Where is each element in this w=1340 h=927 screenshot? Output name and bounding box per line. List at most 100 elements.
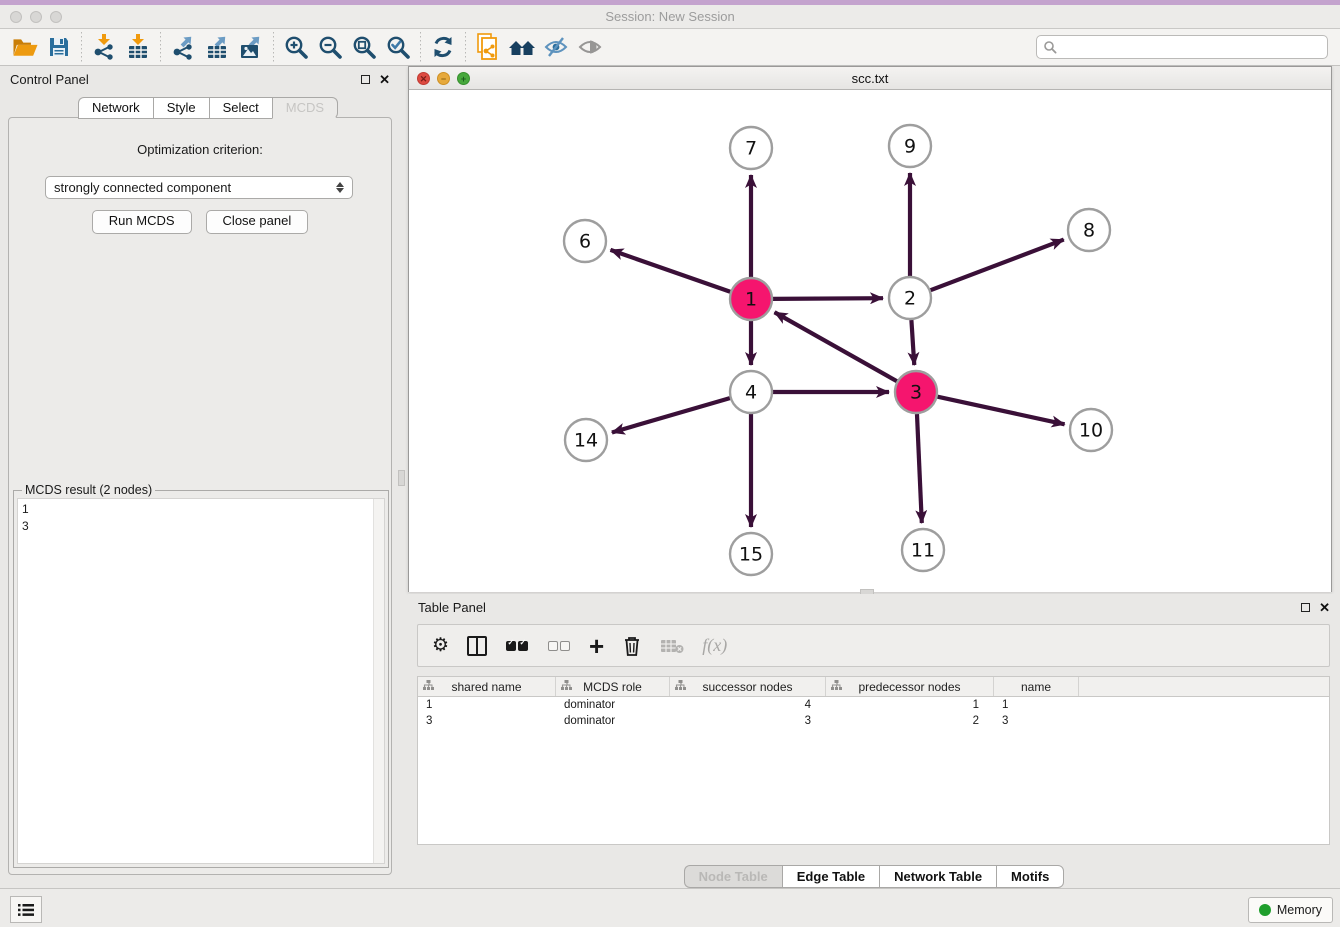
status-bar: Memory [0,888,1340,927]
close-table-panel-icon[interactable]: ✕ [1319,601,1330,614]
import-table-icon[interactable] [121,31,155,63]
table-row[interactable]: 1dominator411 [418,697,1329,713]
edge-3-1[interactable] [775,312,897,381]
select-all-checkboxes-icon[interactable] [505,631,529,661]
table-row[interactable]: 3dominator323 [418,713,1329,729]
close-panel-icon[interactable]: ✕ [379,73,390,86]
show-details-icon[interactable] [573,31,607,63]
edge-3-10[interactable] [937,397,1064,425]
tab-network-table[interactable]: Network Table [879,865,996,888]
edge-2-3[interactable] [911,320,914,365]
network-window-title: scc.txt [409,71,1331,86]
save-session-icon[interactable] [42,31,76,63]
edge-4-14[interactable] [612,398,730,432]
optimization-criterion-label: Optimization criterion: [9,142,391,157]
tab-select[interactable]: Select [209,97,272,119]
tab-network[interactable]: Network [78,97,153,119]
tab-motifs[interactable]: Motifs [996,865,1064,888]
node-label-9: 9 [904,136,916,158]
network-graph[interactable]: 1234678910111415 [409,90,1331,592]
zoom-out-icon[interactable] [313,31,347,63]
node-label-8: 8 [1083,220,1095,242]
memory-status-dot [1259,904,1271,916]
tab-edge-table[interactable]: Edge Table [782,865,879,888]
column-header-MCDS-role[interactable]: MCDS role [556,677,670,696]
node-label-6: 6 [579,231,591,253]
edge-2-8[interactable] [931,240,1064,291]
clone-network-icon[interactable] [471,31,505,63]
control-panel-tabs: Network Style Select MCDS [78,97,338,119]
import-network-icon[interactable] [87,31,121,63]
delete-table-icon [660,631,684,661]
column-header-name[interactable]: name [994,677,1079,696]
toolbar-separator [273,32,274,62]
column-header-successor-nodes[interactable]: successor nodes [670,677,826,696]
node-label-2: 2 [904,288,916,310]
dropdown-spinner-icon [336,182,344,193]
criterion-dropdown-value: strongly connected component [54,180,231,195]
toolbar-separator [420,32,421,62]
table-panel: Table Panel ✕ ⚙ + f(x) shared nameMCDS r… [408,594,1340,888]
zoom-in-icon[interactable] [279,31,313,63]
list-icon [18,903,34,917]
mcds-result-fieldset: MCDS result (2 nodes) 13 [13,490,389,868]
main-toolbar [0,29,1340,66]
toolbar-separator [81,32,82,62]
tab-node-table[interactable]: Node Table [684,865,782,888]
export-image-icon[interactable] [234,31,268,63]
close-panel-button[interactable]: Close panel [206,210,309,234]
network-canvas[interactable]: 1234678910111415 [409,90,1331,592]
refresh-layout-icon[interactable] [426,31,460,63]
control-panel-title: Control Panel [10,72,89,87]
node-table: shared nameMCDS rolesuccessor nodesprede… [417,676,1330,845]
export-table-icon[interactable] [200,31,234,63]
column-header-shared-name[interactable]: shared name [418,677,556,696]
search-icon [1043,40,1057,54]
search-input[interactable] [1057,39,1321,55]
window-title: Session: New Session [0,9,1340,24]
hide-details-icon[interactable] [539,31,573,63]
zoom-fit-icon[interactable] [347,31,381,63]
zoom-selected-icon[interactable] [381,31,415,63]
edge-1-6[interactable] [610,250,730,292]
node-label-4: 4 [745,382,757,404]
network-window-titlebar[interactable]: ✕ − + scc.txt [409,67,1331,90]
node-label-14: 14 [574,430,598,452]
float-table-panel-icon[interactable] [1301,603,1310,612]
window-titlebar: Session: New Session [0,5,1340,29]
memory-button[interactable]: Memory [1248,897,1333,923]
network-view-window: ✕ − + scc.txt 1234678910111415 [408,66,1332,592]
node-label-3: 3 [910,382,922,404]
criterion-dropdown[interactable]: strongly connected component [45,176,353,199]
edge-3-11[interactable] [917,414,922,523]
node-label-10: 10 [1079,420,1103,442]
home-neighbors-icon[interactable] [505,31,539,63]
edge-1-2[interactable] [773,298,883,299]
task-history-button[interactable] [10,896,42,923]
control-panel: Control Panel ✕ Network Style Select MCD… [0,66,400,888]
toolbar-search[interactable] [1036,35,1328,59]
table-toolbar: ⚙ + f(x) [417,624,1330,667]
column-header-predecessor-nodes[interactable]: predecessor nodes [826,677,994,696]
table-tabs: Node Table Edge Table Network Table Moti… [408,865,1340,888]
table-body: 1dominator4113dominator323 [418,697,1329,729]
export-network-icon[interactable] [166,31,200,63]
columns-icon[interactable] [467,631,487,661]
node-label-1: 1 [745,289,757,311]
panel-splitter-grip[interactable] [398,470,405,486]
tab-mcds[interactable]: MCDS [272,97,338,119]
node-label-11: 11 [911,540,935,562]
open-file-icon[interactable] [8,31,42,63]
tab-style[interactable]: Style [153,97,209,119]
function-builder-icon: f(x) [702,631,727,661]
delete-column-icon[interactable] [622,631,642,661]
mcds-result-list[interactable]: 13 [17,498,385,864]
toolbar-separator [160,32,161,62]
add-column-icon[interactable]: + [589,631,604,661]
float-panel-icon[interactable] [361,75,370,84]
result-scrollbar[interactable] [373,499,384,863]
gear-icon[interactable]: ⚙ [432,631,449,661]
deselect-all-checkboxes-icon[interactable] [547,631,571,661]
node-label-7: 7 [745,138,757,160]
run-mcds-button[interactable]: Run MCDS [92,210,192,234]
